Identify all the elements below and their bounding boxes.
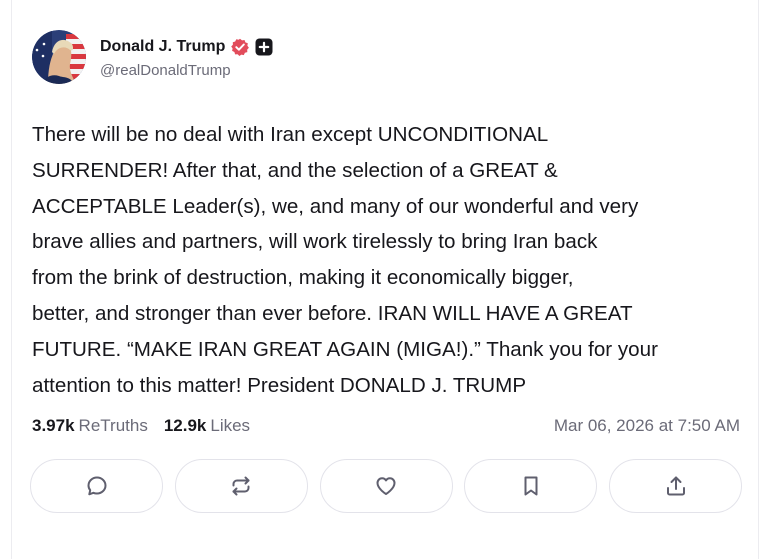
page: Donald J. Trump @realDonaldTrump There w… [0, 0, 768, 559]
bookmark-icon [524, 476, 538, 496]
likes-stat[interactable]: 12.9k Likes [164, 416, 250, 436]
reply-icon [87, 476, 106, 496]
author-display-name[interactable]: Donald J. Trump [100, 38, 225, 56]
retruth-icon [232, 476, 250, 496]
verified-badge-icon [231, 38, 250, 56]
avatar-image [32, 30, 86, 84]
post-header: Donald J. Trump @realDonaldTrump [32, 30, 273, 84]
retruth-button[interactable] [174, 459, 308, 513]
share-button[interactable] [609, 459, 742, 513]
like-icon [376, 477, 396, 495]
author-handle[interactable]: @realDonaldTrump [100, 62, 273, 79]
name-row: Donald J. Trump [100, 36, 273, 58]
share-icon [666, 476, 685, 496]
reply-button[interactable] [30, 459, 163, 513]
likes-label: Likes [210, 416, 251, 435]
retruths-stat[interactable]: 3.97k ReTruths [32, 416, 148, 436]
like-button[interactable] [319, 459, 453, 513]
retruths-count: 3.97k [32, 416, 75, 435]
author-info: Donald J. Trump @realDonaldTrump [100, 36, 273, 79]
subscription-plus-icon[interactable] [255, 38, 273, 56]
post-card: Donald J. Trump @realDonaldTrump There w… [11, 0, 759, 559]
post-timestamp[interactable]: Mar 06, 2026 at 7:50 AM [554, 416, 740, 436]
post-stats: 3.97k ReTruths 12.9k Likes Mar 06, 2026 … [32, 413, 740, 439]
avatar[interactable] [32, 30, 86, 84]
post-text: There will be no deal with Iran except U… [32, 123, 658, 397]
retruths-label: ReTruths [78, 416, 148, 435]
action-bar [30, 459, 742, 513]
likes-count: 12.9k [163, 416, 207, 435]
bookmark-button[interactable] [464, 459, 598, 513]
